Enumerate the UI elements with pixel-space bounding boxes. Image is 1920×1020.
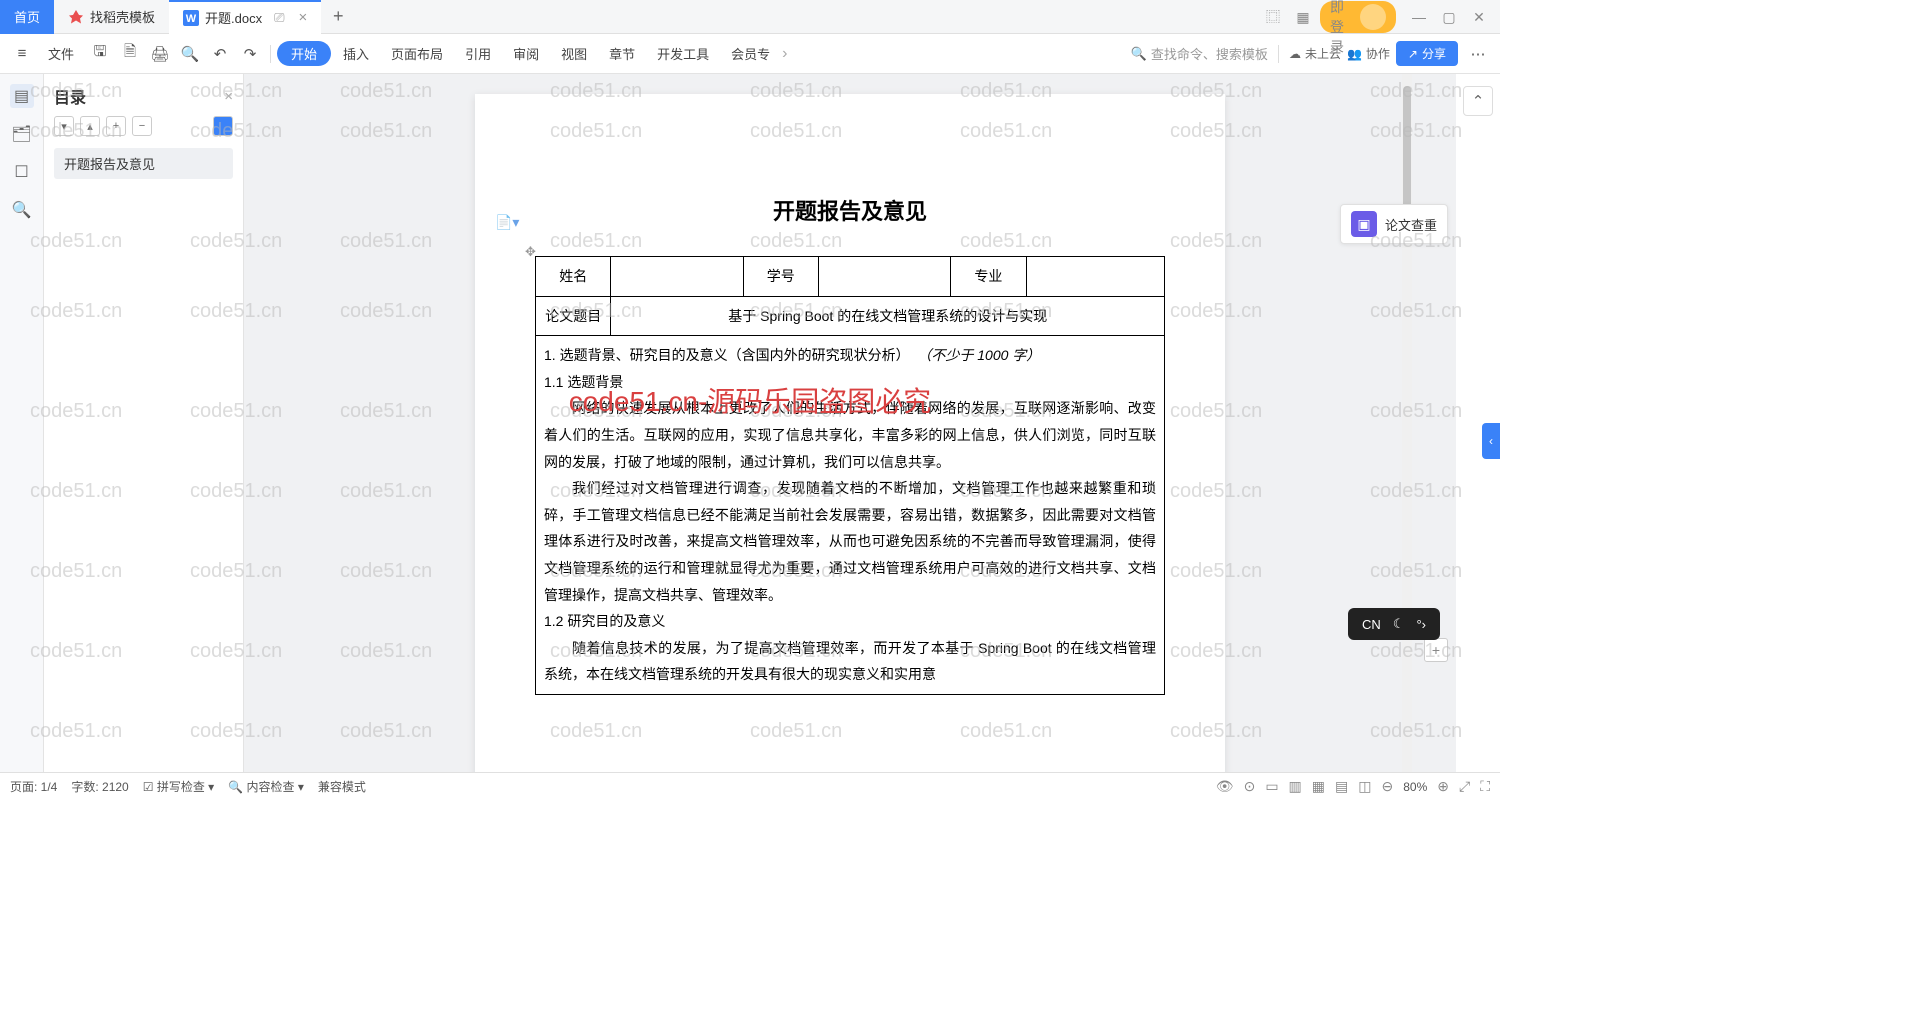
- compat-mode[interactable]: 兼容模式: [318, 778, 366, 795]
- layout-icon[interactable]: ⿴: [1260, 4, 1286, 30]
- collapse-panel-icon[interactable]: ⌃: [1463, 86, 1493, 116]
- document-area[interactable]: 📄▾ ✥ 开题报告及意见 姓名 学号 专业 论文题目 基于 Spring Boo…: [244, 74, 1456, 772]
- outline-title: 目录: [54, 84, 86, 108]
- maximize-icon[interactable]: ▢: [1436, 4, 1462, 30]
- avatar-icon: [1360, 4, 1386, 30]
- zoom-level[interactable]: 80%: [1403, 780, 1427, 794]
- ime-chevron-icon: °›: [1416, 617, 1426, 632]
- window-close-icon[interactable]: ✕: [1466, 4, 1492, 30]
- page-indicator-icon: 📄▾: [495, 214, 519, 231]
- zoom-out-icon[interactable]: ⊖: [1381, 778, 1393, 795]
- template-icon[interactable]: 🗂: [10, 122, 34, 146]
- close-icon[interactable]: ×: [299, 9, 308, 26]
- save-icon[interactable]: 🖫: [86, 40, 114, 68]
- expand-all-icon[interactable]: ▴: [80, 116, 100, 136]
- bookmark-icon[interactable]: ☐: [10, 160, 34, 184]
- file-menu[interactable]: 文件: [38, 44, 84, 63]
- view-read-icon[interactable]: ▤: [1335, 778, 1348, 795]
- outline-icon[interactable]: ▤: [10, 84, 34, 108]
- ribbon-view[interactable]: 视图: [551, 44, 597, 63]
- content-check[interactable]: 🔍 内容检查 ▾: [228, 778, 304, 795]
- move-handle-icon[interactable]: ✥: [525, 244, 536, 260]
- ribbon-start[interactable]: 开始: [277, 41, 331, 66]
- collapse-all-icon[interactable]: ▾: [54, 116, 74, 136]
- spellcheck-toggle[interactable]: ☑ 拼写检查 ▾: [143, 778, 214, 795]
- docer-icon: [68, 9, 84, 25]
- view-page-icon[interactable]: ▭: [1265, 778, 1278, 795]
- preview-icon[interactable]: 🔍: [176, 40, 204, 68]
- ai-assistant-icon[interactable]: [213, 116, 233, 136]
- plagiarism-check-button[interactable]: ▣ 论文查重: [1340, 204, 1448, 244]
- tab-template[interactable]: 找稻壳模板: [54, 0, 169, 34]
- ribbon-review[interactable]: 审阅: [503, 44, 549, 63]
- more-icon[interactable]: ⋯: [1464, 40, 1492, 68]
- search-icon[interactable]: 🔍: [10, 198, 34, 222]
- view-web-icon[interactable]: ▦: [1312, 778, 1325, 795]
- ribbon-insert[interactable]: 插入: [333, 44, 379, 63]
- ribbon-devtools[interactable]: 开发工具: [647, 44, 719, 63]
- print-icon[interactable]: 🖨: [146, 40, 174, 68]
- moon-icon: ☾: [1393, 616, 1405, 632]
- share-button[interactable]: ↗ 分享: [1396, 41, 1458, 66]
- menu-icon[interactable]: ≡: [8, 40, 36, 68]
- ribbon-member[interactable]: 会员专: [721, 44, 780, 63]
- word-icon: W: [183, 10, 199, 26]
- login-button[interactable]: 立即登录: [1320, 1, 1396, 33]
- command-search[interactable]: 🔍 查找命令、搜索模板: [1131, 44, 1268, 63]
- ime-indicator[interactable]: CN ☾ °›: [1348, 608, 1440, 640]
- add-tab-button[interactable]: +: [321, 6, 355, 27]
- apps-icon[interactable]: ▦: [1290, 4, 1316, 30]
- add-note-icon[interactable]: +: [1424, 638, 1448, 662]
- shield-icon: ▣: [1351, 211, 1377, 237]
- view-outline-icon[interactable]: ▥: [1289, 778, 1302, 795]
- minimize-icon[interactable]: —: [1406, 4, 1432, 30]
- zoom-in-icon[interactable]: ⊕: [1437, 778, 1449, 795]
- saveas-icon[interactable]: 🗎: [116, 40, 144, 68]
- add-heading-icon[interactable]: +: [106, 116, 126, 136]
- ruler-icon[interactable]: ◫: [1358, 778, 1371, 795]
- eye-icon[interactable]: 👁: [1216, 778, 1234, 795]
- redo-icon[interactable]: ↷: [236, 40, 264, 68]
- info-table: 姓名 学号 专业 论文题目 基于 Spring Boot 的在线文档管理系统的设…: [535, 256, 1165, 695]
- tab-home[interactable]: 首页: [0, 0, 54, 34]
- svg-text:W: W: [186, 13, 197, 25]
- document-title: 开题报告及意见: [535, 194, 1165, 226]
- undo-icon[interactable]: ↶: [206, 40, 234, 68]
- word-count[interactable]: 字数: 2120: [71, 778, 128, 795]
- side-drawer-icon[interactable]: ‹: [1482, 423, 1500, 459]
- remove-heading-icon[interactable]: −: [132, 116, 152, 136]
- tab-document[interactable]: W 开题.docx ⎚ ×: [169, 0, 321, 34]
- fit-icon[interactable]: ⤢: [1459, 778, 1470, 795]
- outline-close-icon[interactable]: ×: [224, 88, 233, 105]
- ribbon-section[interactable]: 章节: [599, 44, 645, 63]
- page-indicator[interactable]: 页面: 1/4: [10, 778, 57, 795]
- vertical-scrollbar[interactable]: [1402, 74, 1412, 772]
- outline-item[interactable]: 开题报告及意见: [54, 148, 233, 179]
- ribbon-layout[interactable]: 页面布局: [381, 44, 453, 63]
- focus-icon[interactable]: ⊙: [1244, 778, 1256, 795]
- fullscreen-icon[interactable]: ⛶: [1480, 778, 1490, 795]
- pin-icon[interactable]: ⎚: [274, 10, 284, 26]
- ribbon-reference[interactable]: 引用: [455, 44, 501, 63]
- document-page: 📄▾ ✥ 开题报告及意见 姓名 学号 专业 论文题目 基于 Spring Boo…: [475, 94, 1225, 772]
